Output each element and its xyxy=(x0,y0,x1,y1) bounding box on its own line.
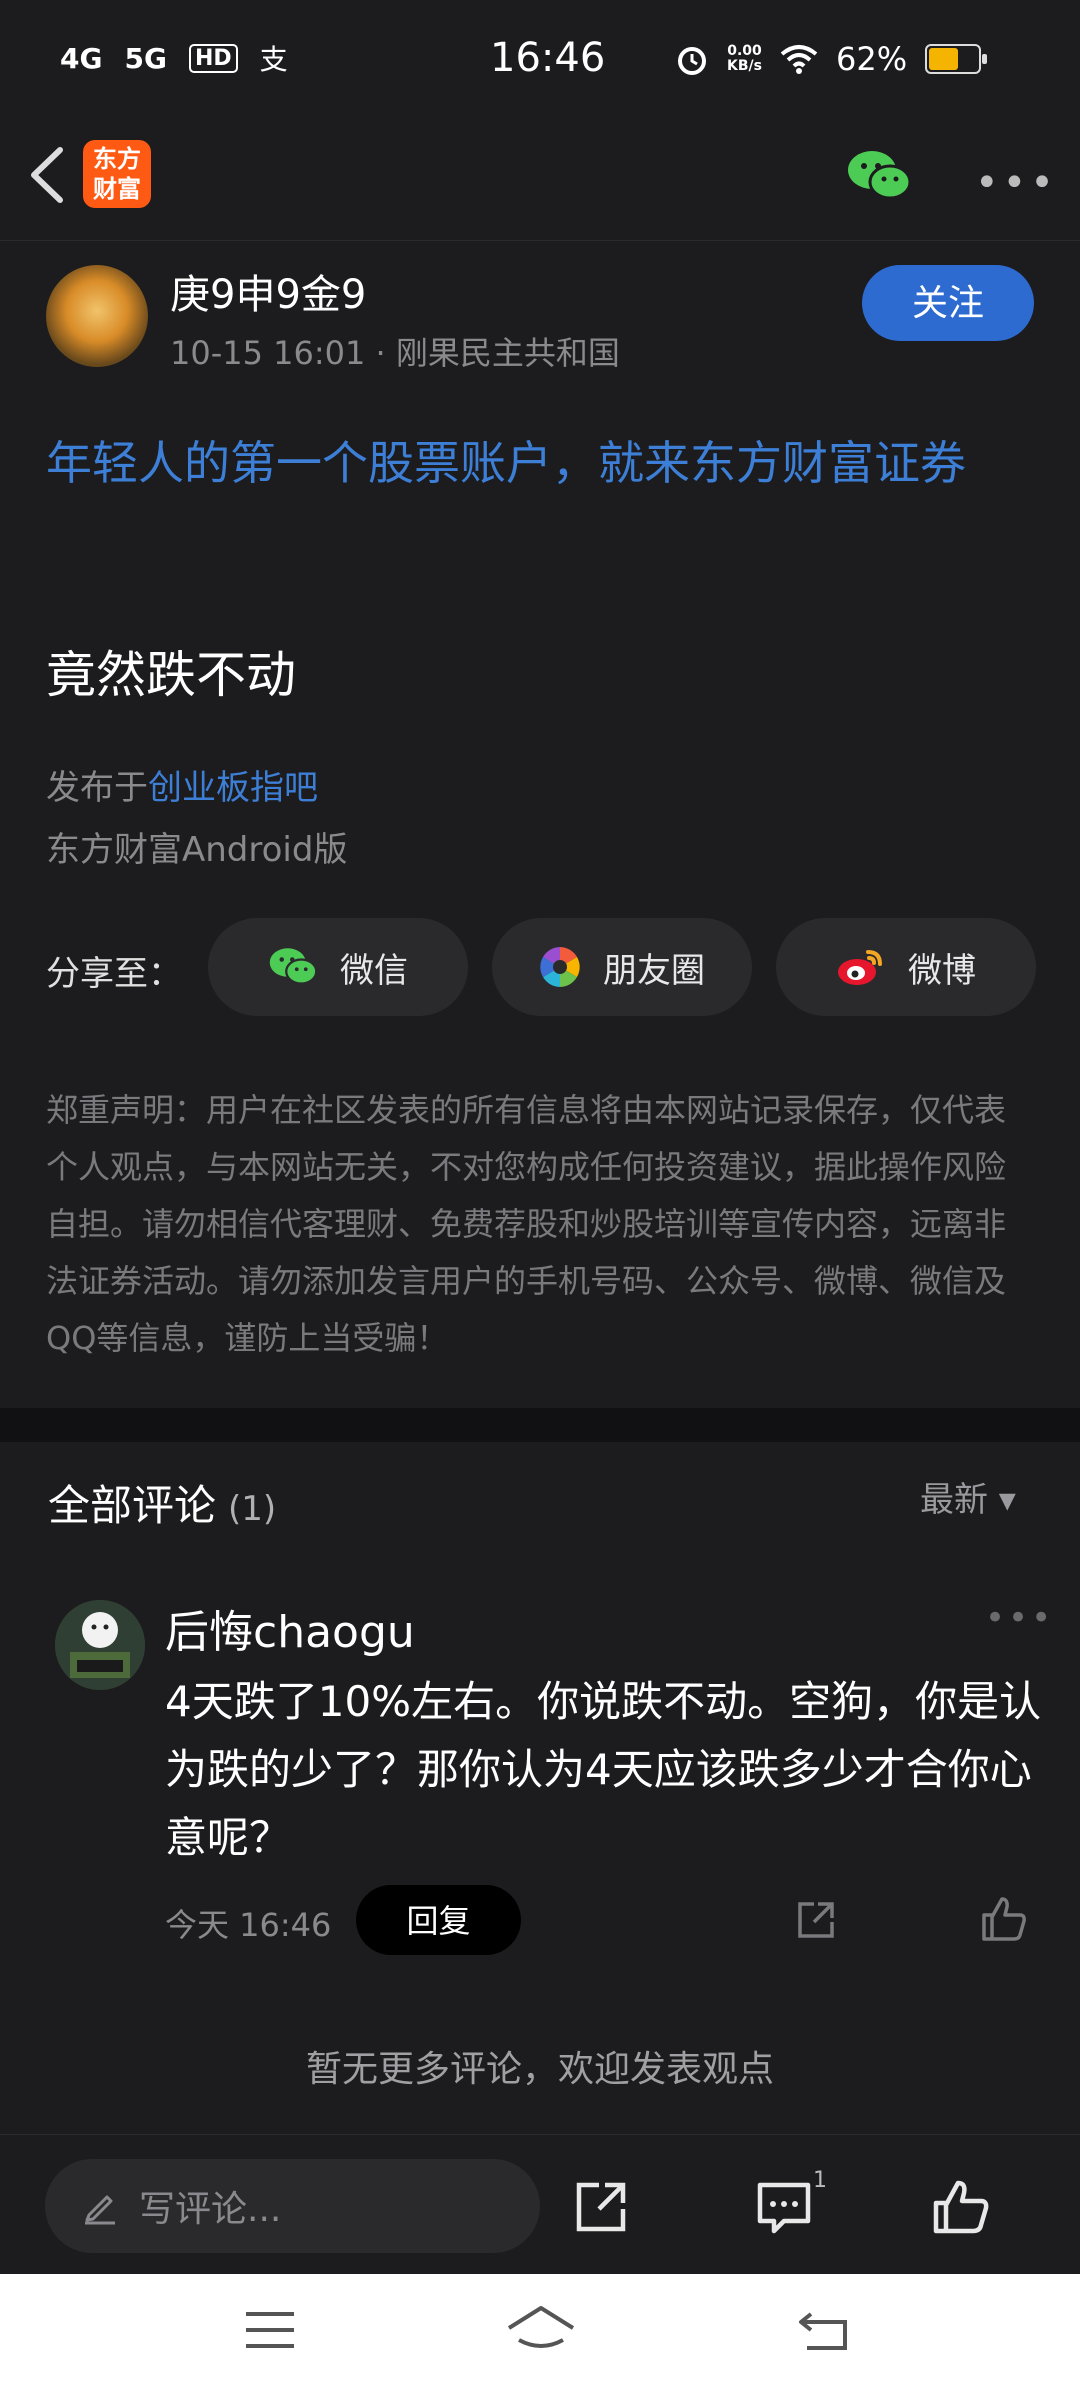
commenter-avatar[interactable] xyxy=(55,1600,145,1690)
share-moments-button[interactable]: 朋友圈 xyxy=(492,918,752,1016)
home-icon[interactable] xyxy=(505,2300,577,2360)
comments-count: (1) xyxy=(228,1489,277,1529)
sort-dropdown[interactable]: 最新 ▾ xyxy=(920,1472,1016,1521)
comment-like-icon[interactable] xyxy=(980,1895,1028,1943)
back-arrow-icon[interactable] xyxy=(22,140,72,210)
comment-input[interactable]: 写评论... xyxy=(45,2159,540,2253)
pencil-icon xyxy=(85,2195,115,2225)
net-speed-value: 0.00 xyxy=(727,43,762,59)
section-divider xyxy=(0,1408,1080,1442)
comments-title: 全部评论 xyxy=(48,1481,217,1530)
reply-button[interactable]: 回复 xyxy=(356,1885,521,1955)
commenter-name[interactable]: 后悔chaogu xyxy=(165,1596,415,1660)
status-left: 4G 5G HD 支 xyxy=(60,38,288,78)
like-icon[interactable] xyxy=(931,2177,991,2237)
wifi-icon xyxy=(780,45,818,74)
comments-header: 全部评论 (1) xyxy=(48,1472,276,1533)
status-right: 0.00 KB/s 62% xyxy=(675,40,988,78)
signal-4g: 4G xyxy=(60,41,103,75)
author-name[interactable]: 庚9申9金9 xyxy=(170,262,366,320)
share-label: 分享至： xyxy=(46,954,182,994)
more-options-icon[interactable]: ••• xyxy=(975,160,1058,206)
comment-time: 今天 16:46 xyxy=(165,1906,332,1944)
comment-count-badge: 1 xyxy=(813,2168,827,2193)
share-moments-label: 朋友圈 xyxy=(603,950,705,991)
post-meta: 10-15 16:01 · 刚果民主共和国 xyxy=(170,334,620,372)
wechat-share-icon[interactable] xyxy=(846,148,912,204)
app-header xyxy=(0,125,1080,241)
moments-icon xyxy=(540,947,580,987)
net-speed-unit: KB/s xyxy=(727,58,762,74)
board-link[interactable]: 创业板指吧 xyxy=(148,768,318,808)
back-nav-icon[interactable] xyxy=(795,2300,855,2360)
comment-more-icon[interactable]: ••• xyxy=(985,1598,1054,1638)
battery-icon xyxy=(925,44,988,74)
share-wechat-label: 微信 xyxy=(340,950,408,991)
comment-input-placeholder: 写评论... xyxy=(139,2189,282,2230)
pay-icon: 支 xyxy=(259,43,288,76)
comment-share-icon[interactable] xyxy=(794,1898,838,1942)
alarm-icon xyxy=(678,47,706,75)
wechat-icon xyxy=(269,948,318,985)
promo-link[interactable]: 年轻人的第一个股票账户，就来东方财富证券 xyxy=(46,425,1046,501)
logo-line-2: 财富 xyxy=(93,175,141,203)
share-icon[interactable] xyxy=(571,2177,631,2237)
share-wechat-button[interactable]: 微信 xyxy=(208,918,468,1016)
net-speed: 0.00 KB/s xyxy=(727,44,762,74)
share-weibo-label: 微博 xyxy=(908,950,976,991)
signal-5g: 5G xyxy=(124,41,167,75)
commenter-avatar-image xyxy=(55,1600,145,1690)
board-line: 发布于创业板指吧 xyxy=(46,760,318,809)
hd-indicator: HD xyxy=(188,43,238,73)
menu-icon[interactable] xyxy=(240,2300,300,2360)
comment-text: 4天跌了10%左右。你说跌不动。空狗，你是认为跌的少了？那你认为4天应该跌多少才… xyxy=(165,1677,1042,1862)
weibo-icon xyxy=(838,950,882,985)
post-title: 竟然跌不动 xyxy=(46,646,296,704)
follow-button[interactable]: 关注 xyxy=(862,265,1034,341)
author-avatar[interactable] xyxy=(46,265,148,367)
board-prefix: 发布于 xyxy=(46,768,148,808)
disclaimer-text: 郑重声明：用户在社区发表的所有信息将由本网站记录保存，仅代表个人观点，与本网站无… xyxy=(46,1091,1007,1357)
comment-icon[interactable] xyxy=(754,2177,814,2237)
share-weibo-button[interactable]: 微博 xyxy=(776,918,1036,1016)
no-more-comments: 暂无更多评论，欢迎发表观点 xyxy=(305,2049,774,2090)
app-logo[interactable]: 东方 财富 xyxy=(83,140,151,208)
client-info: 东方财富Android版 xyxy=(46,830,348,870)
battery-fill xyxy=(929,48,959,70)
battery-percent: 62% xyxy=(835,40,908,78)
status-time: 16:46 xyxy=(490,35,606,81)
logo-line-1: 东方 xyxy=(93,145,141,173)
